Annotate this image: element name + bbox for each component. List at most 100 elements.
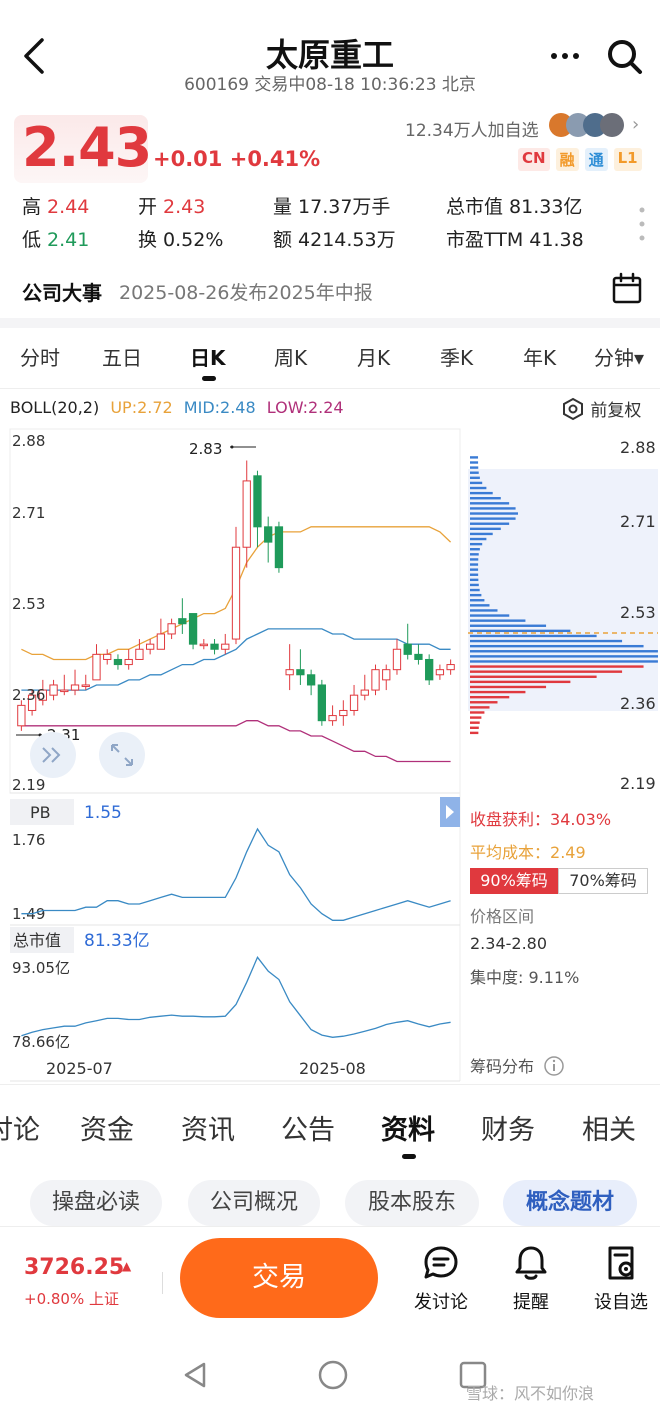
index-change[interactable]: +0.80% 上证 <box>24 1288 119 1309</box>
chip-bar <box>470 568 479 571</box>
content-tabs: 讨论 资金 资讯 公告 资料 财务 相关 <box>0 1108 660 1152</box>
chip-bar <box>470 670 623 673</box>
chip-70-button[interactable]: 70%筹码 <box>558 868 648 894</box>
tab-funds[interactable]: 资金 <box>80 1108 134 1147</box>
tag-connect: 通 <box>584 148 608 171</box>
max-label: 2.83 <box>189 440 222 458</box>
trade-button[interactable]: 交易 <box>180 1238 378 1318</box>
bell-icon <box>515 1246 547 1280</box>
tab-intraday[interactable]: 分时 <box>20 342 60 371</box>
candle-body <box>49 684 58 696</box>
chip-bar <box>470 588 480 592</box>
tab-profile[interactable]: 资料 <box>381 1108 435 1147</box>
stock-subtitle: 600169 交易中08-18 10:36:23 北京 <box>184 75 476 95</box>
stock-tags: CN 融 通 L1 <box>518 148 642 171</box>
calendar-icon[interactable] <box>612 272 642 304</box>
chip-90-button[interactable]: 90%筹码 <box>470 868 558 894</box>
settings-hex-icon <box>563 397 583 421</box>
tab-daily[interactable]: 日K <box>190 342 226 371</box>
pb-top-tick: 1.76 <box>12 831 45 849</box>
tab-financials[interactable]: 财务 <box>481 1108 535 1147</box>
candle-body <box>306 674 316 686</box>
candle-body <box>414 653 423 660</box>
tab-announcements[interactable]: 公告 <box>281 1108 335 1147</box>
candle-body <box>435 669 445 676</box>
candle-body <box>403 643 412 655</box>
quote-open: 开 2.43 <box>138 196 206 218</box>
chevron-right-icon[interactable]: › <box>632 114 639 135</box>
tab-monthly[interactable]: 月K <box>357 342 390 371</box>
event-text[interactable]: 2025-08-26发布2025年中报 <box>119 278 373 305</box>
candle-body <box>231 546 241 640</box>
candle-body <box>60 689 69 693</box>
more-icon[interactable] <box>548 40 582 70</box>
chip-bar <box>470 721 480 724</box>
tab-news[interactable]: 资讯 <box>181 1108 235 1147</box>
followers-count[interactable]: 12.34万人加自选 <box>405 116 539 141</box>
quote-mktcap: 总市值 81.33亿 <box>446 196 583 218</box>
candle-body <box>360 689 369 696</box>
y-tick-right: 2.88 <box>620 438 656 457</box>
section-divider <box>0 318 660 328</box>
y-tick-right: 2.36 <box>620 694 656 713</box>
candle-body <box>349 694 359 711</box>
tab-yearly[interactable]: 年K <box>523 342 556 371</box>
quote-volume: 量 17.37万手 <box>273 196 391 218</box>
tab-discuss[interactable]: 讨论 <box>0 1108 40 1147</box>
pill-trading-guide[interactable]: 操盘必读 <box>30 1180 162 1226</box>
chip-bar <box>470 644 644 648</box>
tab-quarterly[interactable]: 季K <box>440 342 473 371</box>
tab-5day[interactable]: 五日 <box>102 342 142 371</box>
mktcap-line <box>21 956 451 1038</box>
discuss-button[interactable]: 发讨论 <box>406 1244 476 1314</box>
follower-avatars[interactable] <box>548 112 628 138</box>
boll-legend[interactable]: BOLL(20,2) UP:2.72 MID:2.48 LOW:2.24 <box>10 398 344 417</box>
watchlist-settings-icon <box>608 1246 634 1280</box>
event-label: 公司大事 <box>22 281 102 305</box>
expand-chart-button[interactable] <box>30 732 76 778</box>
chip-bar <box>470 548 480 551</box>
chip-bar <box>470 512 518 515</box>
pill-shareholders[interactable]: 股本股东 <box>345 1180 479 1226</box>
y-tick-left: 2.88 <box>12 432 45 450</box>
quote-amount: 额 4214.53万 <box>273 229 396 251</box>
candle-body <box>285 669 294 676</box>
pb-label: PB <box>30 803 51 822</box>
chip-bar <box>470 497 501 500</box>
candle-body <box>178 618 187 625</box>
divider <box>0 1226 660 1227</box>
candle-body <box>339 709 348 717</box>
chip-bar <box>470 639 623 643</box>
up-triangle-icon: ▲ <box>122 1259 132 1273</box>
chip-bar <box>470 629 571 633</box>
info-icon[interactable] <box>543 1055 565 1077</box>
chip-bar <box>470 634 597 638</box>
y-tick-left: 2.53 <box>12 595 45 613</box>
price-range-label: 价格区间 <box>470 907 535 926</box>
candle-body <box>92 653 101 681</box>
alert-button[interactable]: 提醒 <box>496 1244 566 1314</box>
chip-bar <box>470 706 490 709</box>
y-tick-left: 2.36 <box>12 686 45 704</box>
chip-bar <box>470 731 479 735</box>
watchlist-settings-button[interactable]: 设自选 <box>586 1244 656 1314</box>
chip-dist-label[interactable]: 筹码分布 <box>470 1053 565 1077</box>
candle-body <box>382 669 391 681</box>
fullscreen-button[interactable] <box>99 732 145 778</box>
search-icon[interactable] <box>604 36 644 76</box>
tab-related[interactable]: 相关 <box>582 1108 636 1147</box>
nav-back-icon[interactable] <box>184 1362 206 1388</box>
candle-body <box>317 684 327 722</box>
index-value[interactable]: 3726.25 <box>24 1255 124 1280</box>
pill-concepts[interactable]: 概念题材 <box>503 1180 637 1226</box>
nav-home-icon[interactable] <box>318 1360 348 1390</box>
adjust-toggle[interactable]: 前复权 <box>561 396 641 421</box>
chip-bar <box>470 502 510 505</box>
pill-company-overview[interactable]: 公司概况 <box>188 1180 320 1226</box>
chip-bar <box>470 619 526 622</box>
tab-minute[interactable]: 分钟▾ <box>594 342 644 371</box>
more-vertical-icon[interactable] <box>638 204 646 254</box>
tag-margin: 融 <box>555 148 579 171</box>
chip-bar <box>470 532 493 536</box>
tab-weekly[interactable]: 周K <box>274 342 307 371</box>
